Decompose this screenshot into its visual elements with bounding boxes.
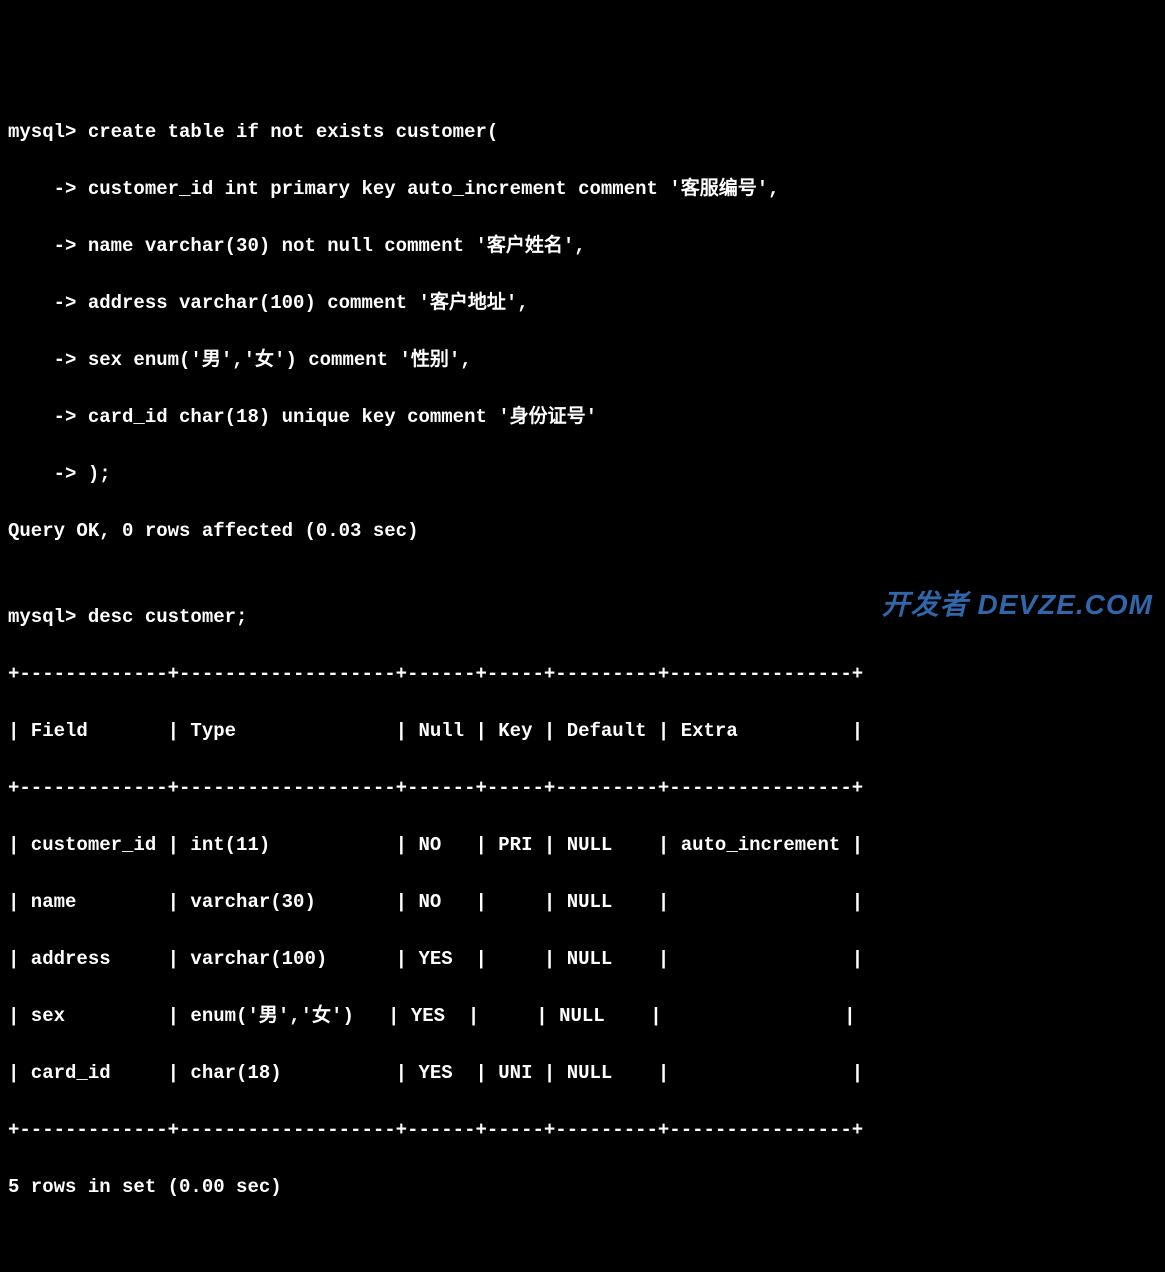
- table-row: | name | varchar(30) | NO | | NULL | |: [8, 888, 1157, 917]
- sql-create-line: -> address varchar(100) comment '客户地址',: [8, 289, 1157, 318]
- table-row: | address | varchar(100) | YES | | NULL …: [8, 945, 1157, 974]
- sql-create-line: -> sex enum('男','女') comment '性别',: [8, 346, 1157, 375]
- table-border: +-------------+-------------------+-----…: [8, 660, 1157, 689]
- table-border: +-------------+-------------------+-----…: [8, 774, 1157, 803]
- sql-create-line: -> customer_id int primary key auto_incr…: [8, 175, 1157, 204]
- rows-in-set-line: 5 rows in set (0.00 sec): [8, 1173, 1157, 1202]
- sql-create-line: -> card_id char(18) unique key comment '…: [8, 403, 1157, 432]
- table-row: | sex | enum('男','女') | YES | | NULL | |: [8, 1002, 1157, 1031]
- table-row: | customer_id | int(11) | NO | PRI | NUL…: [8, 831, 1157, 860]
- sql-create-line: -> name varchar(30) not null comment '客户…: [8, 232, 1157, 261]
- table-border: +-------------+-------------------+-----…: [8, 1116, 1157, 1145]
- sql-create-line: -> );: [8, 460, 1157, 489]
- terminal-output: mysql> create table if not exists custom…: [8, 90, 1157, 1230]
- watermark-text: 开发者 DEVZE.COM: [882, 584, 1153, 626]
- table-header: | Field | Type | Null | Key | Default | …: [8, 717, 1157, 746]
- sql-create-line: mysql> create table if not exists custom…: [8, 118, 1157, 147]
- table-row: | card_id | char(18) | YES | UNI | NULL …: [8, 1059, 1157, 1088]
- query-ok-line: Query OK, 0 rows affected (0.03 sec): [8, 517, 1157, 546]
